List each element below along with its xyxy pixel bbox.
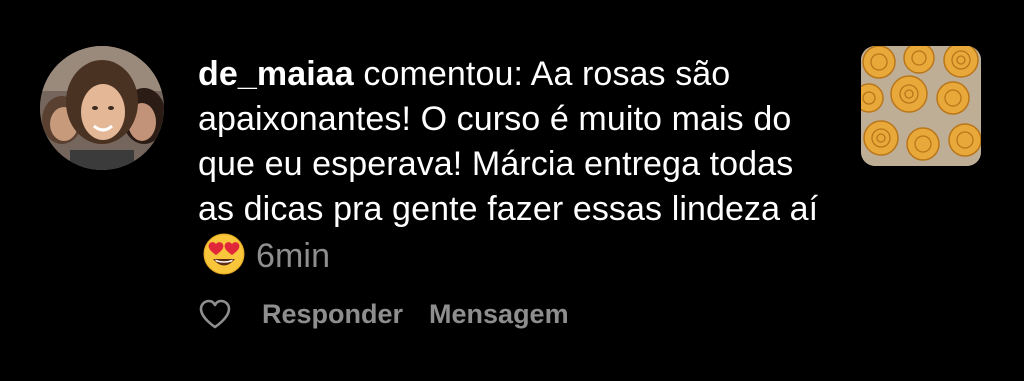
comment-text: de_maiaa comentou: Aa rosas são apaixona… — [198, 52, 838, 279]
comment-actions: Responder Mensagem — [198, 294, 595, 334]
roses-image — [861, 46, 981, 166]
comment-notification[interactable]: de_maiaa comentou: Aa rosas são apaixona… — [0, 0, 1024, 381]
reply-button[interactable]: Responder — [262, 299, 403, 330]
heart-eyes-emoji-icon — [202, 232, 246, 276]
message-button[interactable]: Mensagem — [429, 299, 569, 330]
heart-outline-icon[interactable] — [198, 298, 232, 330]
user-avatar[interactable] — [40, 46, 164, 170]
comment-username[interactable]: de_maiaa — [198, 55, 354, 93]
comment-timestamp: 6min — [256, 237, 331, 275]
avatar-photo — [40, 46, 164, 170]
post-thumbnail[interactable] — [861, 46, 981, 166]
